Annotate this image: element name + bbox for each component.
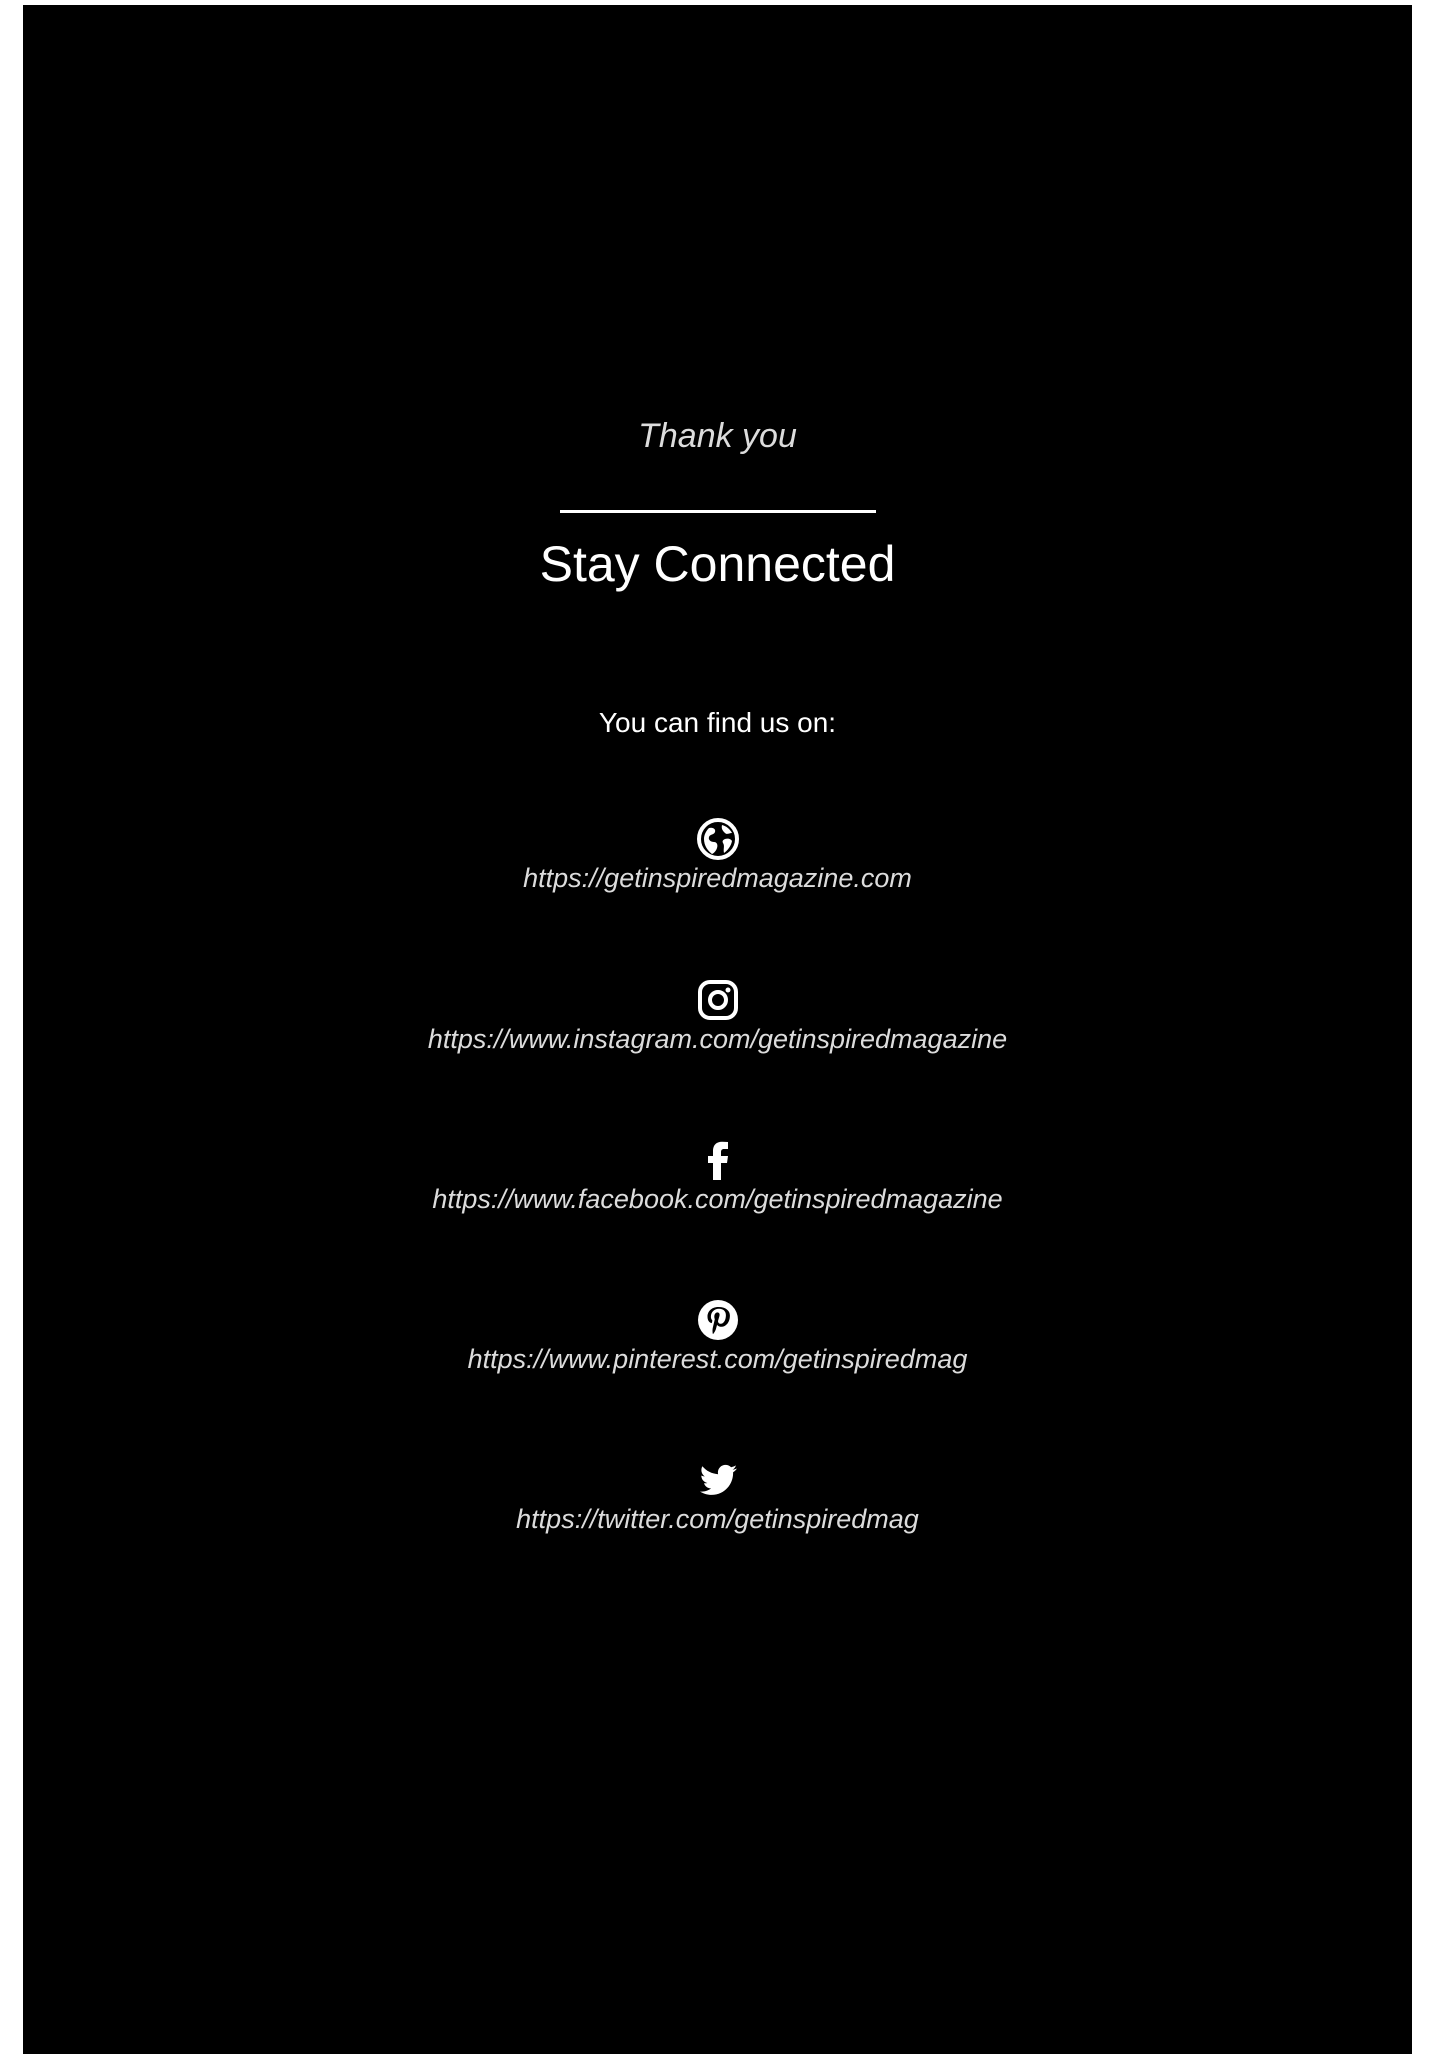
thank-you-text: Thank you (638, 417, 797, 455)
website-link[interactable]: https://getinspiredmagazine.com (23, 863, 1412, 894)
facebook-icon[interactable] (696, 1138, 740, 1182)
facebook-link[interactable]: https://www.facebook.com/getinspiredmaga… (23, 1184, 1412, 1215)
social-website: https://getinspiredmagazine.com (23, 817, 1412, 894)
social-pinterest: https://www.pinterest.com/getinspiredmag (23, 1298, 1412, 1375)
find-us-text: You can find us on: (598, 707, 837, 738)
twitter-link[interactable]: https://twitter.com/getinspiredmag (23, 1504, 1412, 1535)
social-twitter: https://twitter.com/getinspiredmag (23, 1458, 1412, 1535)
social-facebook: https://www.facebook.com/getinspiredmaga… (23, 1138, 1412, 1215)
pinterest-link[interactable]: https://www.pinterest.com/getinspiredmag (23, 1344, 1412, 1375)
twitter-icon[interactable] (696, 1458, 740, 1502)
instagram-icon[interactable] (696, 978, 740, 1022)
instagram-link[interactable]: https://www.instagram.com/getinspiredmag… (23, 1024, 1412, 1055)
globe-icon[interactable] (696, 817, 740, 861)
back-cover-page: Thank you Stay Connected You can find us… (23, 5, 1412, 2054)
page-title: Stay Connected (539, 536, 896, 592)
pinterest-icon[interactable] (696, 1298, 740, 1342)
title-divider (560, 510, 876, 513)
social-instagram: https://www.instagram.com/getinspiredmag… (23, 978, 1412, 1055)
